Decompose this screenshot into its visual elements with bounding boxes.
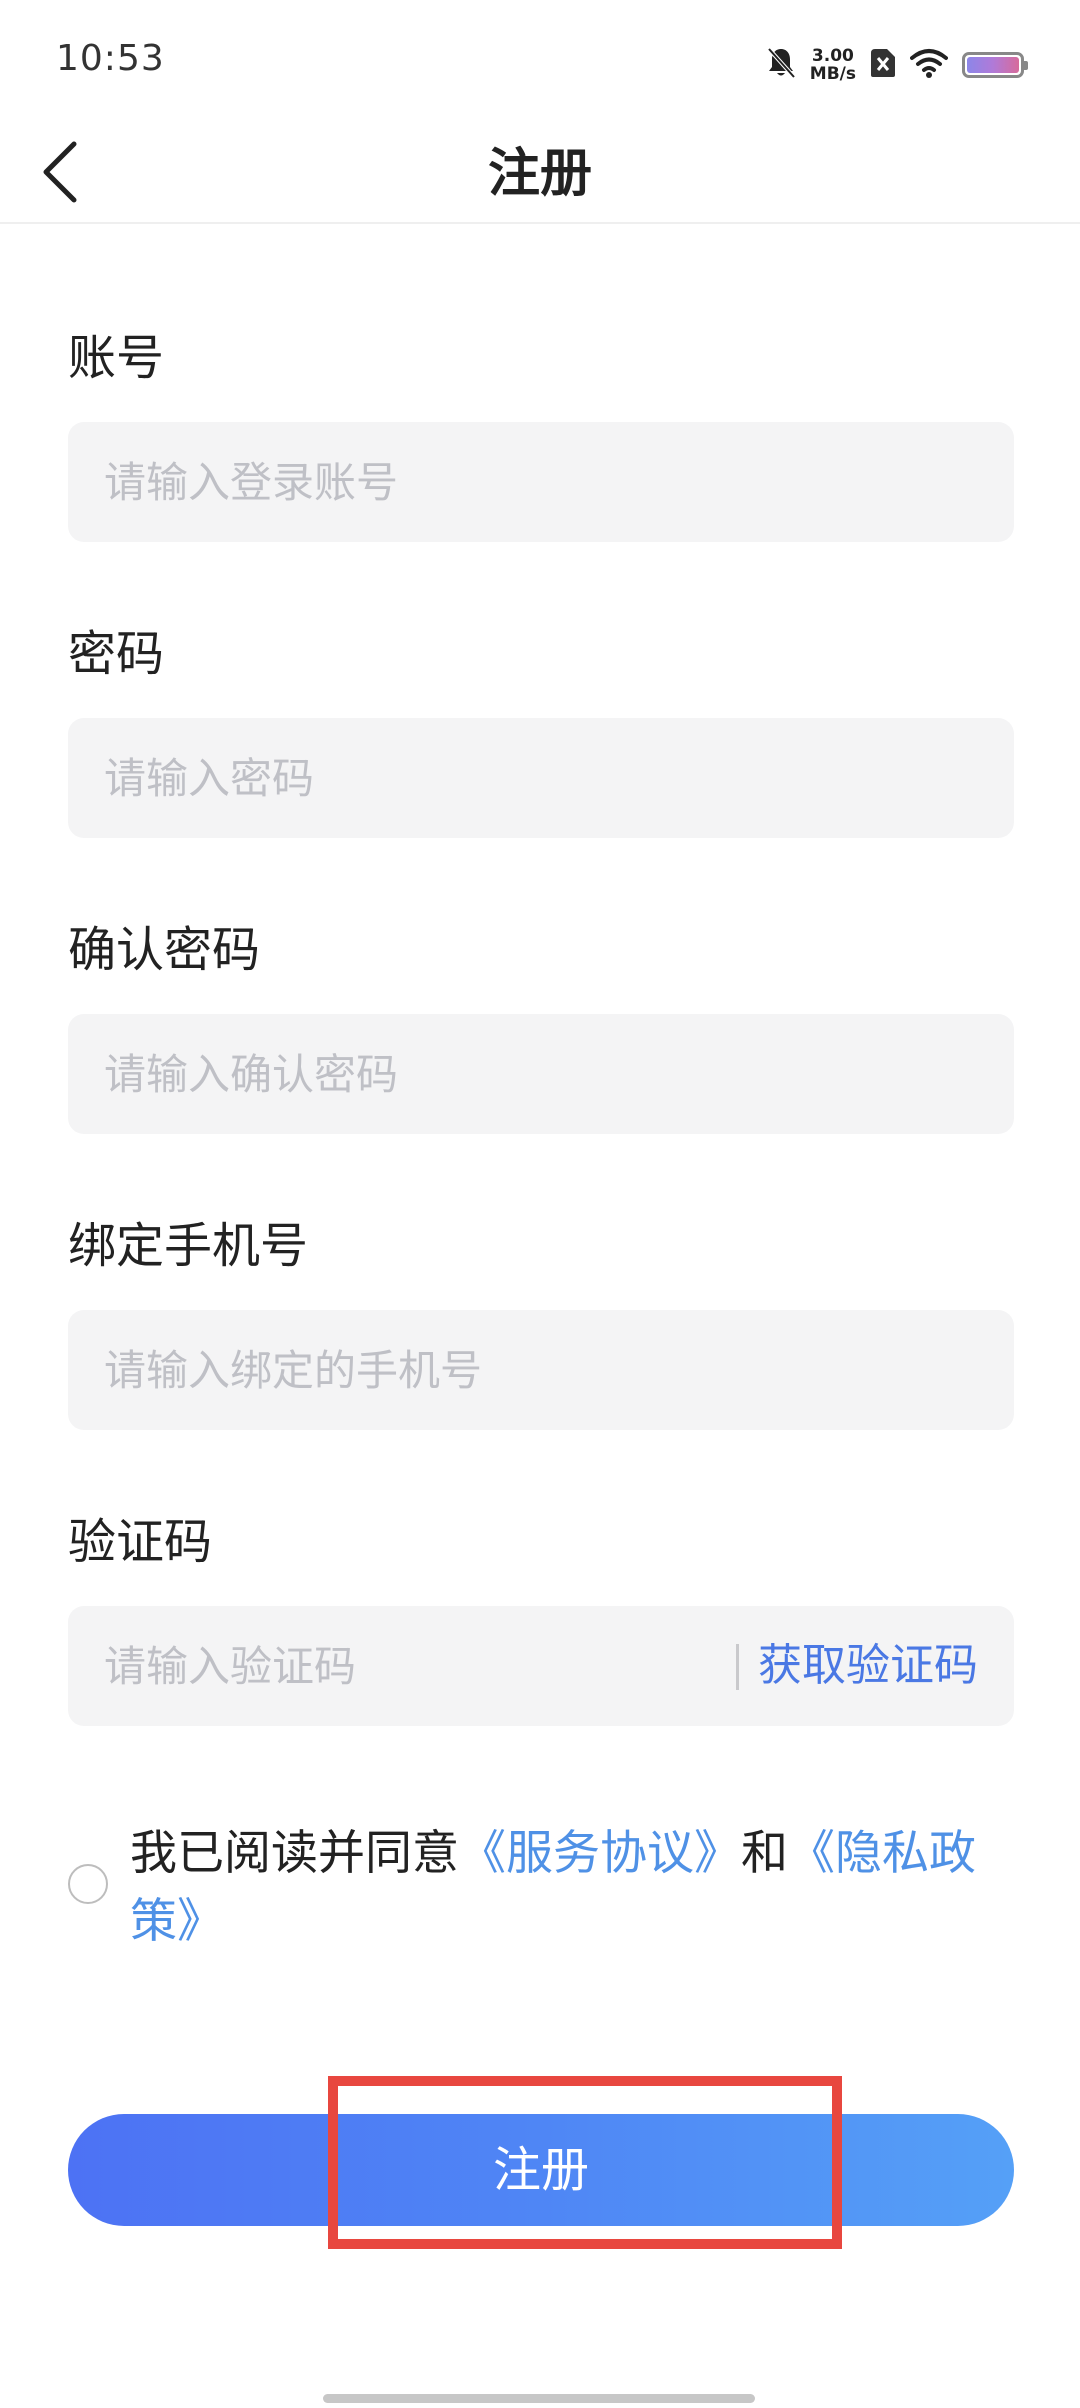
- home-indicator: [323, 2394, 755, 2403]
- account-input[interactable]: [68, 422, 1014, 542]
- agreement-checkbox[interactable]: [68, 1864, 108, 1904]
- phone-input[interactable]: [68, 1310, 1014, 1430]
- code-field: 获取验证码: [68, 1606, 1014, 1726]
- agreement-prefix: 我已阅读并同意: [130, 1826, 459, 1881]
- service-agreement-link[interactable]: 《服务协议》: [459, 1826, 741, 1881]
- agreement-and: 和: [741, 1826, 788, 1881]
- page-title: 注册: [487, 144, 592, 204]
- code-divider: [736, 1644, 739, 1690]
- battery-level: [967, 57, 1019, 73]
- agreement-row: 我已阅读并同意《服务协议》和《隐私政策》: [68, 1820, 1014, 1960]
- account-label: 账号: [68, 330, 165, 386]
- register-button[interactable]: 注册: [68, 2114, 1014, 2226]
- status-bar: 10:53 3.00 MB/s: [0, 0, 1080, 126]
- sim-blocked-icon: [870, 48, 896, 82]
- battery-icon: [962, 52, 1028, 78]
- password-label: 密码: [68, 626, 165, 682]
- confirm-password-input[interactable]: [68, 1014, 1014, 1134]
- confirm-password-label: 确认密码: [68, 922, 261, 978]
- bell-muted-icon: [766, 46, 796, 84]
- agreement-text: 我已阅读并同意《服务协议》和《隐私政策》: [130, 1820, 1014, 1956]
- status-time: 10:53: [56, 38, 165, 79]
- network-speed: 3.00 MB/s: [810, 47, 856, 83]
- nav-bar: 注册: [0, 126, 1080, 224]
- password-input[interactable]: [68, 718, 1014, 838]
- net-speed-value: 3.00: [811, 46, 854, 66]
- phone-label: 绑定手机号: [68, 1218, 309, 1274]
- status-icons: 3.00 MB/s: [766, 40, 1028, 90]
- wifi-icon: [910, 48, 948, 82]
- get-code-button[interactable]: 获取验证码: [758, 1606, 978, 1726]
- code-label: 验证码: [68, 1514, 213, 1570]
- net-speed-unit: MB/s: [809, 64, 856, 84]
- code-input[interactable]: [68, 1606, 728, 1726]
